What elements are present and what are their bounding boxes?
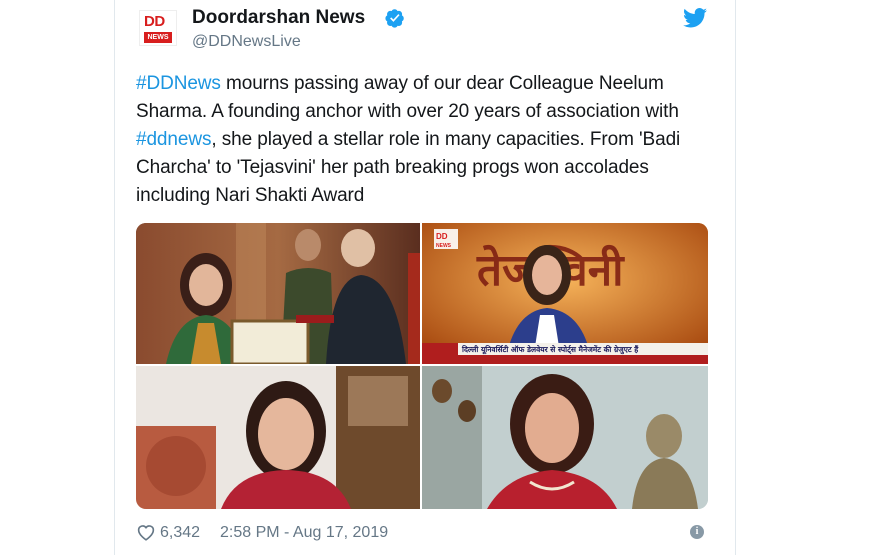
tweet-card: DD NEWS Doordarshan News @DDNewsLive #DD… [114, 0, 736, 555]
photo-tejasvini-show[interactable]: तेजस्विनी DD NEWS दिल्ली यूनिवर्सिटी ऑफ … [422, 223, 708, 364]
dd-logo-news-text: NEWS [436, 243, 452, 249]
tweet-text: #DDNews mourns passing away of our dear … [136, 70, 716, 210]
account-handle[interactable]: @DDNewsLive [192, 33, 301, 51]
photo-portrait-buddha[interactable] [422, 366, 708, 509]
photo-portrait-buddha-image [422, 366, 708, 509]
tweet-footer: 6,342 2:58 PM - Aug 17, 2019 i [136, 521, 716, 545]
account-name[interactable]: Doordarshan News [192, 7, 365, 29]
twitter-bird-icon[interactable] [683, 8, 707, 28]
avatar-news-text: NEWS [144, 32, 172, 43]
photo-portrait-home[interactable] [136, 366, 420, 509]
like-count[interactable]: 6,342 [160, 524, 200, 542]
info-icon[interactable]: i [690, 525, 704, 539]
tweet-header: DD NEWS Doordarshan News @DDNewsLive [115, 0, 735, 62]
avatar-dd-text: DD [144, 13, 165, 30]
tweet-text-part: , she played a stellar role in many capa… [136, 129, 681, 206]
tweet-timestamp[interactable]: 2:58 PM - Aug 17, 2019 [220, 524, 388, 542]
photo-tejasvini-image: तेजस्विनी DD NEWS दिल्ली यूनिवर्सिटी ऑफ … [422, 223, 708, 364]
photo-award-ceremony-image [136, 223, 420, 364]
avatar[interactable]: DD NEWS [139, 10, 177, 46]
media-grid: तेजस्विनी DD NEWS दिल्ली यूनिवर्सिटी ऑफ … [136, 223, 708, 509]
photo-portrait-home-image [136, 366, 420, 509]
hashtag-link[interactable]: #ddnews [136, 129, 211, 150]
photo-award-ceremony[interactable] [136, 223, 420, 364]
heart-icon[interactable] [136, 523, 156, 541]
dd-logo-text: DD [436, 232, 448, 241]
ticker-text: दिल्ली यूनिवर्सिटी ऑफ डेलवेयर से स्पोर्ट… [461, 345, 639, 355]
verified-badge-icon [385, 9, 404, 28]
hashtag-link[interactable]: #DDNews [136, 73, 221, 94]
